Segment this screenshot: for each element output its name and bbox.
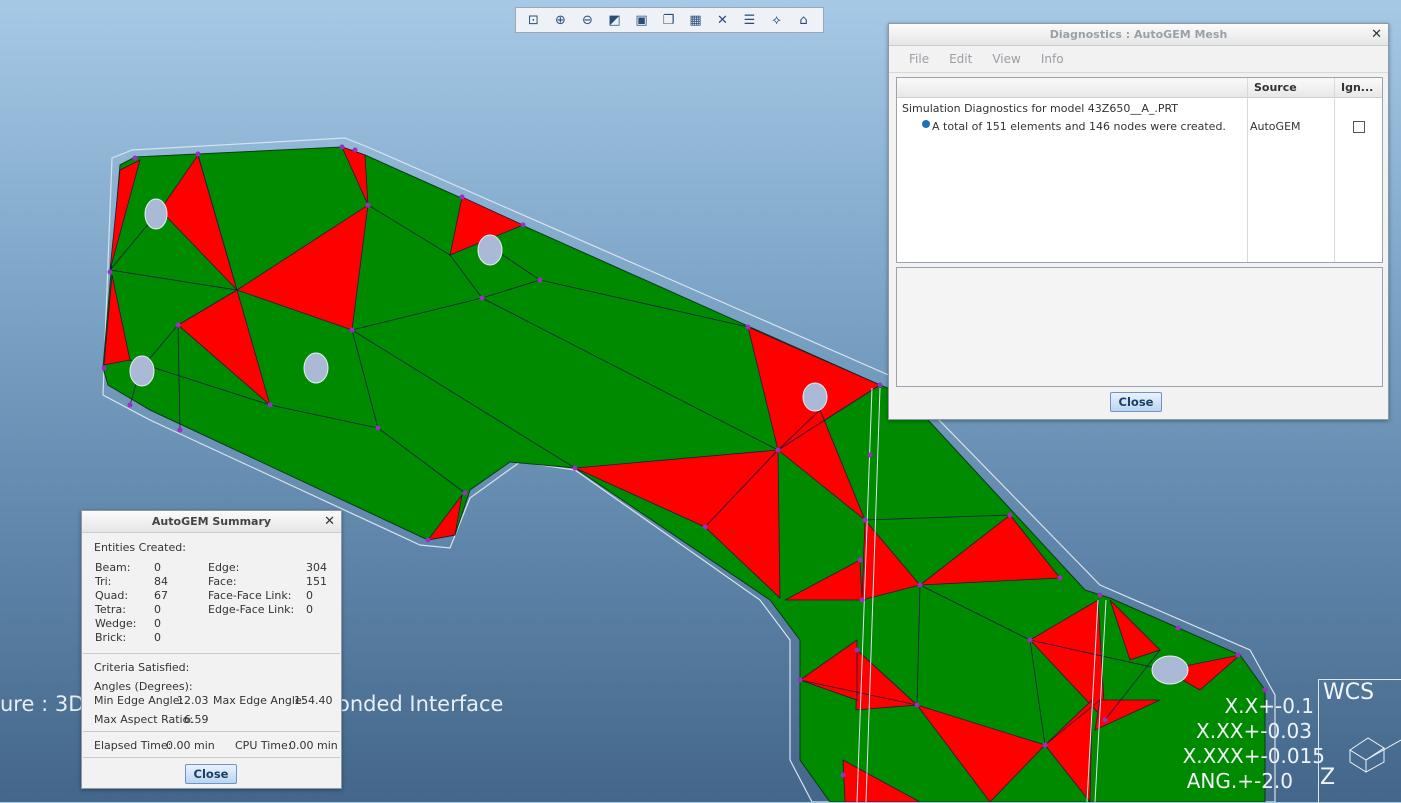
saved-views-icon[interactable]: ❐ (657, 10, 680, 30)
label-face: Face: (208, 575, 237, 588)
column-header-source[interactable]: Source (1248, 78, 1335, 98)
table-row-parent[interactable]: Simulation Diagnostics for model 43Z650_… (902, 102, 1178, 115)
node-icon[interactable]: ⟡ (765, 10, 788, 30)
value-face: 151 (306, 575, 327, 588)
value-min-edge-angle: 12.03 (177, 694, 209, 707)
column-header-ignore[interactable]: Ign... (1335, 78, 1382, 98)
tolerance-line: X.X+-0.1 (1224, 694, 1314, 718)
shading-icon[interactable]: ◩ (603, 10, 626, 30)
value-wedge: 0 (154, 617, 161, 630)
status-text-right: onded Interface (337, 692, 504, 716)
value-edge: 304 (306, 561, 327, 574)
label-tri: Tri: (95, 575, 112, 588)
label-max-aspect-ratio: Max Aspect Ratio: (94, 713, 194, 726)
column-header-message[interactable] (897, 78, 1248, 98)
value-beam: 0 (154, 561, 161, 574)
diagnostics-table: Source Ign... Simulation Diagnostics for… (896, 77, 1383, 263)
tolerance-line: ANG.+-2.0 (1186, 769, 1293, 793)
close-icon[interactable]: ✕ (1371, 24, 1382, 45)
menu-bar: File Edit View Info (889, 46, 1388, 73)
value-edge-face-link: 0 (306, 603, 313, 616)
zoom-out-icon[interactable]: ⊖ (576, 10, 599, 30)
column-divider (1334, 78, 1335, 262)
value-face-face-link: 0 (306, 589, 313, 602)
value-max-aspect-ratio: 6.59 (184, 713, 209, 726)
label-brick: Brick: (95, 631, 127, 644)
column-divider (1247, 78, 1248, 262)
view-box-icon[interactable]: ▣ (630, 10, 653, 30)
label-max-edge-angle: Max Edge Angle: (213, 694, 306, 707)
label-cpu-time: CPU Time: (235, 739, 292, 752)
value-elapsed-time: 0.00 min (166, 739, 215, 752)
label-face-face-link: Face-Face Link: (208, 589, 292, 602)
table-row-message[interactable]: A total of 151 elements and 146 nodes we… (932, 120, 1226, 133)
dialog-title: AutoGEM Summary (151, 515, 272, 528)
label-min-edge-angle: Min Edge Angle: (94, 694, 184, 707)
mesh-toggle-icon[interactable]: ✕ (711, 10, 734, 30)
label-wedge: Wedge: (95, 617, 137, 630)
tolerance-line: X.XXX+-0.015 (1182, 744, 1325, 768)
menu-info[interactable]: Info (1031, 52, 1074, 66)
view-toolbar: ⊡ ⊕ ⊖ ◩ ▣ ❐ ▦ ✕ ☰ ⟡ ⌂ (515, 7, 824, 33)
value-tetra: 0 (154, 603, 161, 616)
diagnostics-dialog: Diagnostics : AutoGEM Mesh ✕ File Edit V… (888, 23, 1389, 420)
entities-header: Entities Created: (94, 541, 186, 554)
label-quad: Quad: (95, 589, 129, 602)
divider (83, 757, 340, 758)
label-tetra: Tetra: (95, 603, 126, 616)
zoom-in-icon[interactable]: ⊕ (549, 10, 572, 30)
ignore-checkbox[interactable] (1353, 121, 1365, 133)
tolerance-line: X.XX+-0.03 (1196, 719, 1312, 743)
table-cell-source: AutoGEM (1250, 120, 1301, 133)
close-button[interactable]: Close (1110, 392, 1162, 412)
status-text-left: ure : 3D (0, 692, 85, 716)
info-bullet-icon (922, 120, 930, 128)
camera-icon[interactable]: ▦ (684, 10, 707, 30)
menu-view[interactable]: View (982, 52, 1030, 66)
close-button[interactable]: Close (185, 764, 237, 784)
divider (83, 731, 340, 732)
label-edge: Edge: (208, 561, 240, 574)
menu-file[interactable]: File (899, 52, 939, 66)
menu-edit[interactable]: Edit (939, 52, 982, 66)
label-edge-face-link: Edge-Face Link: (208, 603, 295, 616)
close-icon[interactable]: ✕ (324, 511, 335, 532)
dialog-title-bar[interactable]: Diagnostics : AutoGEM Mesh ✕ (889, 24, 1388, 46)
label-elapsed-time: Elapsed Time: (94, 739, 172, 752)
dialog-title-bar[interactable]: AutoGEM Summary ✕ (82, 511, 341, 533)
zoom-fit-icon[interactable]: ⊡ (522, 10, 545, 30)
angles-header: Angles (Degrees): (94, 680, 193, 693)
detail-pane (896, 267, 1383, 387)
criteria-header: Criteria Satisfied: (94, 661, 190, 674)
z-axis-label: Z (1320, 765, 1336, 790)
value-tri: 84 (154, 575, 168, 588)
value-quad: 67 (154, 589, 168, 602)
label-beam: Beam: (95, 561, 131, 574)
value-max-edge-angle: 154.40 (294, 694, 333, 707)
value-cpu-time: 0.00 min (289, 739, 338, 752)
autogem-summary-dialog: AutoGEM Summary ✕ Entities Created: Beam… (81, 510, 342, 789)
wcs-label: WCS (1323, 680, 1375, 705)
divider (83, 653, 340, 654)
value-brick: 0 (154, 631, 161, 644)
display-icon[interactable]: ☰ (738, 10, 761, 30)
dialog-title: Diagnostics : AutoGEM Mesh (1049, 28, 1228, 41)
model-tree-icon[interactable]: ⌂ (792, 10, 815, 30)
